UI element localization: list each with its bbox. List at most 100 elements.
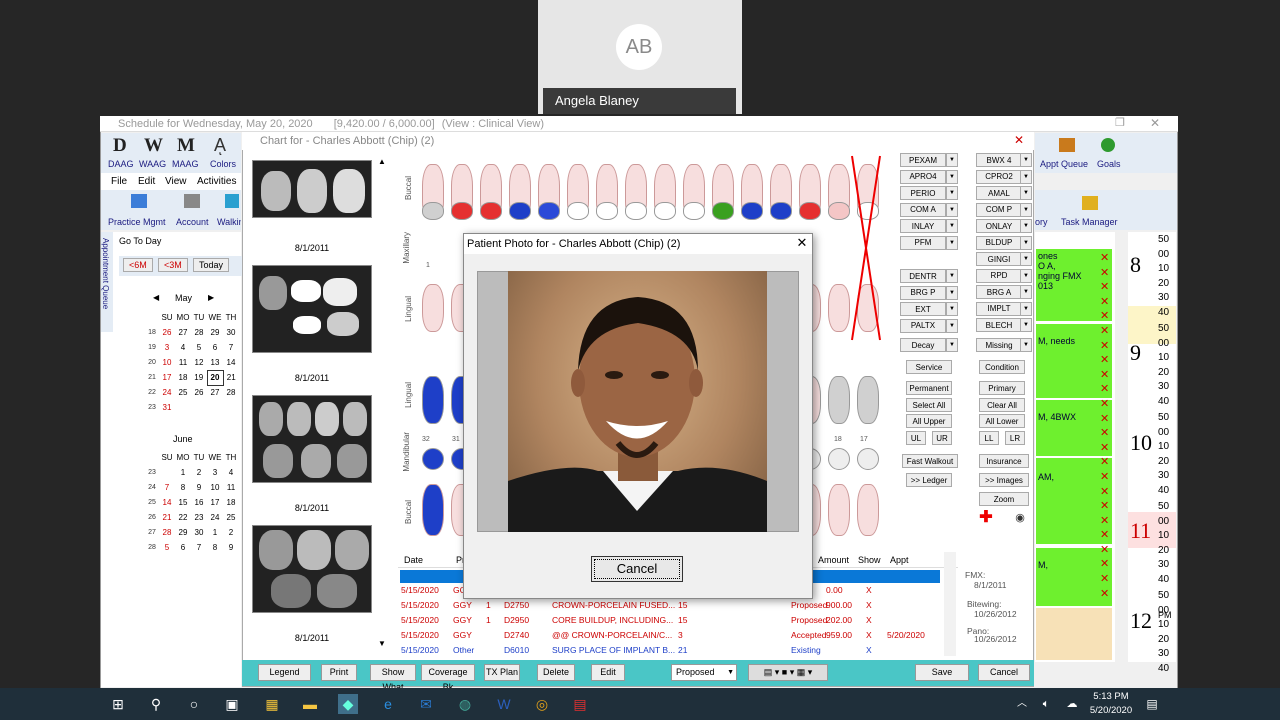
daag-label[interactable]: DAAG	[108, 159, 134, 169]
upper-tooth-crown[interactable]	[741, 202, 763, 220]
show-what-button[interactable]: Show What	[370, 664, 416, 692]
cloud-icon[interactable]: ☁︎	[1062, 694, 1082, 714]
calendar-day[interactable]: 3	[207, 465, 223, 480]
practice-mgmt-button[interactable]: Practice Mgmt	[108, 217, 166, 227]
calendar-day[interactable]: 5	[159, 540, 175, 555]
calendar-day[interactable]: 29	[207, 325, 223, 340]
back-3m-button[interactable]: <3M	[158, 258, 188, 272]
code-button-onlay[interactable]: ONLAY	[976, 219, 1022, 233]
acrobat-icon[interactable]: ▤	[570, 694, 590, 714]
calendar-day[interactable]: 8	[175, 480, 191, 495]
code-button-perio[interactable]: PERIO	[900, 186, 946, 200]
chevron-down-icon[interactable]: ▼	[1020, 285, 1032, 299]
chevron-down-icon[interactable]: ▼	[1020, 252, 1032, 266]
col-show[interactable]: Show	[858, 552, 881, 568]
code-button-com-p[interactable]: COM P	[976, 202, 1022, 217]
code-button-decay[interactable]: Decay	[900, 338, 946, 352]
code-button-cpro2[interactable]: CPRO2	[976, 169, 1022, 184]
table-row[interactable]: 5/15/2020 GGY 1 D2750 CROWN-PORCELAIN FUSED.…	[401, 598, 941, 613]
clear-all-button[interactable]: Clear All	[979, 398, 1025, 412]
calendar-day[interactable]: 1	[207, 525, 223, 540]
calendar-day[interactable]	[191, 400, 207, 415]
calendar-day[interactable]: 18	[175, 370, 191, 385]
upper-tooth-crown[interactable]	[567, 202, 589, 220]
view-options[interactable]: ▤ ▾ ■ ▾ ▦ ▾	[748, 664, 828, 681]
images-button[interactable]: >> Images	[979, 473, 1029, 487]
week-view-button[interactable]: W	[144, 135, 163, 157]
calendar-day[interactable]: 30	[223, 325, 239, 340]
appointment-queue-tab[interactable]: Appointment Queue	[101, 232, 113, 332]
cortana-icon[interactable]: ○	[184, 694, 204, 714]
upper-tooth-crown[interactable]	[422, 202, 444, 220]
chevron-down-icon[interactable]: ▼	[1020, 301, 1032, 316]
chevron-up-icon[interactable]: ︿	[1012, 694, 1032, 714]
code-button-implt[interactable]: IMPLT	[976, 301, 1022, 316]
code-button-amal[interactable]: AMAL	[976, 186, 1022, 200]
code-button-dentr[interactable]: DENTR	[900, 269, 946, 283]
lower-tooth[interactable]	[857, 376, 879, 424]
month-view-button[interactable]: M	[177, 135, 195, 157]
xray-thumbnail[interactable]	[252, 395, 372, 483]
code-button-brg-p[interactable]: BRG P	[900, 285, 946, 300]
calendar-day[interactable]: 10	[207, 480, 223, 495]
calendar-day[interactable]: 7	[159, 480, 175, 495]
open-slot[interactable]	[1036, 608, 1112, 660]
restore-icon[interactable]: ❐	[1115, 116, 1125, 129]
lower-tooth-occlusal[interactable]	[857, 448, 879, 470]
calendar-day[interactable]: 10	[159, 355, 175, 370]
colors-label[interactable]: Colors	[210, 159, 236, 169]
calendar-day[interactable]: 14	[223, 355, 239, 370]
notification-icon[interactable]: ▤	[1142, 694, 1162, 714]
calendar-day[interactable]: 4	[223, 465, 239, 480]
calendar-day[interactable]: 7	[191, 540, 207, 555]
calendar-day[interactable]: 9	[191, 480, 207, 495]
table-row[interactable]: 5/15/2020 GGY 1 D2950 CORE BUILDUP, INCLUDIN…	[401, 613, 941, 628]
grid-scrollbar[interactable]	[944, 552, 956, 656]
upper-tooth-crown[interactable]	[799, 202, 821, 220]
calendar-day[interactable]: 26	[159, 325, 175, 340]
chevron-down-icon[interactable]: ▼	[946, 169, 958, 184]
chevron-down-icon[interactable]: ▼	[946, 318, 958, 333]
calendar-day[interactable]: 17	[159, 370, 175, 385]
condition-button[interactable]: Condition	[979, 360, 1025, 374]
code-button-apro4[interactable]: APRO4	[900, 169, 946, 184]
table-row[interactable]: 5/15/2020 GGY D2740 @@ CROWN-PORCELAIN/C...…	[401, 628, 941, 643]
ll-button[interactable]: LL	[979, 431, 999, 445]
all-lower-button[interactable]: All Lower	[979, 414, 1025, 428]
calendar-day[interactable]: 5	[191, 340, 207, 355]
calendar-day[interactable]: 27	[175, 325, 191, 340]
code-button-inlay[interactable]: INLAY	[900, 219, 946, 233]
upper-tooth-crown[interactable]	[509, 202, 531, 220]
calendar-day[interactable]	[223, 400, 239, 415]
outlook-icon[interactable]: ✉	[416, 694, 436, 714]
coverage-book-button[interactable]: Coverage Bk	[421, 664, 475, 692]
account-button[interactable]: Account	[176, 217, 209, 227]
service-button[interactable]: Service	[906, 360, 952, 374]
code-button-bwx-4[interactable]: BWX 4	[976, 153, 1022, 167]
calendar-day[interactable]: 6	[207, 340, 223, 355]
prev-month-icon[interactable]: ◀	[153, 293, 159, 302]
chevron-down-icon[interactable]: ▼	[946, 186, 958, 200]
calendar-day[interactable]: 6	[175, 540, 191, 555]
calendar-day[interactable]: 9	[223, 540, 239, 555]
lower-tooth-occlusal[interactable]	[422, 448, 444, 470]
back-6m-button[interactable]: <6M	[123, 258, 153, 272]
cancel-chart-button[interactable]: Cancel	[978, 664, 1030, 681]
fast-walkout-button[interactable]: Fast Walkout	[902, 454, 958, 468]
dialog-close-icon[interactable]: ✕	[794, 235, 810, 251]
lower-tooth-buccal[interactable]	[857, 484, 879, 536]
menu-activities[interactable]: Activities	[197, 176, 236, 187]
calendar-day[interactable]: 15	[175, 495, 191, 510]
code-button-bldup[interactable]: BLDUP	[976, 235, 1022, 250]
xray-thumbnail[interactable]	[252, 160, 372, 218]
scroll-up-icon[interactable]: ▲	[378, 157, 386, 166]
upper-tooth-crown[interactable]	[828, 202, 850, 220]
calendar-day[interactable]: 19	[191, 370, 207, 385]
chevron-down-icon[interactable]: ▼	[946, 269, 958, 283]
today-button[interactable]: Today	[193, 258, 230, 272]
ur-button[interactable]: UR	[932, 431, 952, 445]
start-icon[interactable]: ⊞	[108, 694, 128, 714]
goals-button[interactable]: Goals	[1097, 159, 1121, 169]
add-icon[interactable]: ✚	[978, 510, 994, 526]
code-button-gingi[interactable]: GINGI	[976, 252, 1022, 266]
